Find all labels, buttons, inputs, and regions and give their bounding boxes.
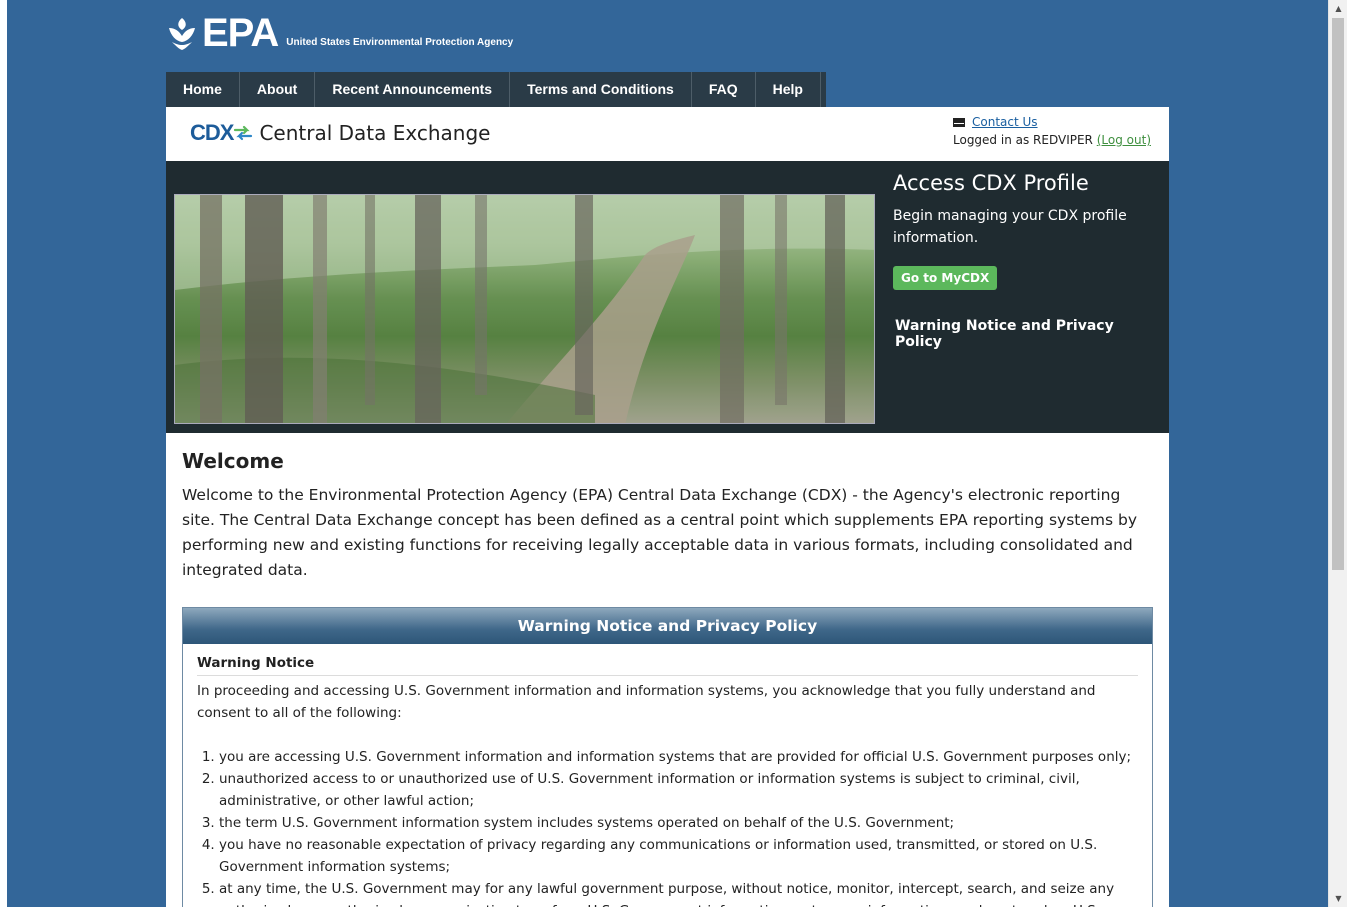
contact-line: Contact Us: [953, 115, 1151, 129]
cdx-logo[interactable]: CDX Central Data Exchange: [190, 120, 490, 146]
nav-home[interactable]: Home: [166, 72, 240, 107]
list-item: unauthorized access to or unauthorized u…: [219, 768, 1138, 812]
nav-help[interactable]: Help: [756, 72, 821, 107]
agency-name: United States Environmental Protection A…: [286, 37, 514, 48]
logged-in-text: Logged in as REDVIPER: [953, 133, 1093, 147]
go-to-mycdx-button[interactable]: Go to MyCDX: [893, 266, 998, 290]
welcome-text: Welcome to the Environmental Protection …: [182, 486, 1137, 579]
exchange-arrows-icon: [234, 125, 253, 141]
epa-header: EPA United States Environmental Protecti…: [166, 0, 1169, 72]
warning-list: you are accessing U.S. Government inform…: [197, 746, 1138, 907]
warning-panel[interactable]: Warning Notice and Privacy Policy Warnin…: [182, 607, 1153, 907]
profile-title: Access CDX Profile: [893, 171, 1089, 195]
logged-in-line: Logged in as REDVIPER (Log out): [953, 133, 1151, 147]
list-item: at any time, the U.S. Government may for…: [219, 878, 1138, 907]
cdx-logo-text: CDX: [190, 120, 234, 145]
hero-section: Access CDX Profile Begin managing your C…: [166, 161, 1169, 433]
forest-path-image: [174, 194, 875, 424]
vertical-scrollbar[interactable]: ▲ ▼: [1328, 0, 1347, 907]
main-content: Welcome Welcome to the Environmental Pro…: [166, 433, 1169, 907]
profile-panel: Access CDX Profile Begin managing your C…: [893, 171, 1153, 350]
user-box: Contact Us Logged in as REDVIPER (Log ou…: [953, 115, 1151, 147]
top-navigation: Home About Recent Announcements Terms an…: [166, 72, 826, 107]
nav-faq[interactable]: FAQ: [692, 72, 756, 107]
epa-logo-text: EPA: [202, 11, 279, 55]
scrollbar-thumb[interactable]: [1332, 18, 1344, 570]
cdx-header-bar: CDX Central Data Exchange Contact Us Log…: [166, 107, 1169, 161]
list-item: you are accessing U.S. Government inform…: [219, 746, 1138, 768]
epa-logo[interactable]: EPA United States Environmental Protecti…: [166, 11, 514, 55]
welcome-heading: Welcome: [182, 449, 284, 473]
warning-subheading: Warning Notice: [197, 655, 1138, 676]
cdx-title: Central Data Exchange: [259, 121, 491, 145]
nav-recent-announcements[interactable]: Recent Announcements: [315, 72, 511, 107]
page-container: EPA United States Environmental Protecti…: [166, 0, 1169, 907]
envelope-icon: [953, 117, 965, 127]
nav-terms-and-conditions[interactable]: Terms and Conditions: [510, 72, 692, 107]
epa-flower-icon: [169, 18, 195, 50]
logout-link[interactable]: (Log out): [1097, 133, 1151, 147]
warning-notice-link[interactable]: Warning Notice and Privacy Policy: [893, 318, 1153, 350]
warning-panel-body: Warning Notice In proceeding and accessi…: [183, 644, 1152, 907]
list-item: the term U.S. Government information sys…: [219, 812, 1138, 834]
nav-about[interactable]: About: [240, 72, 316, 107]
warning-intro: In proceeding and accessing U.S. Governm…: [197, 683, 1096, 721]
warning-panel-title: Warning Notice and Privacy Policy: [183, 608, 1152, 644]
scroll-up-icon[interactable]: ▲: [1329, 0, 1347, 17]
window-left-edge: [0, 0, 7, 907]
list-item: you have no reasonable expectation of pr…: [219, 834, 1138, 878]
contact-us-link[interactable]: Contact Us: [972, 115, 1038, 129]
profile-description: Begin managing your CDX profile informat…: [893, 208, 1127, 246]
scroll-down-icon[interactable]: ▼: [1329, 890, 1347, 907]
